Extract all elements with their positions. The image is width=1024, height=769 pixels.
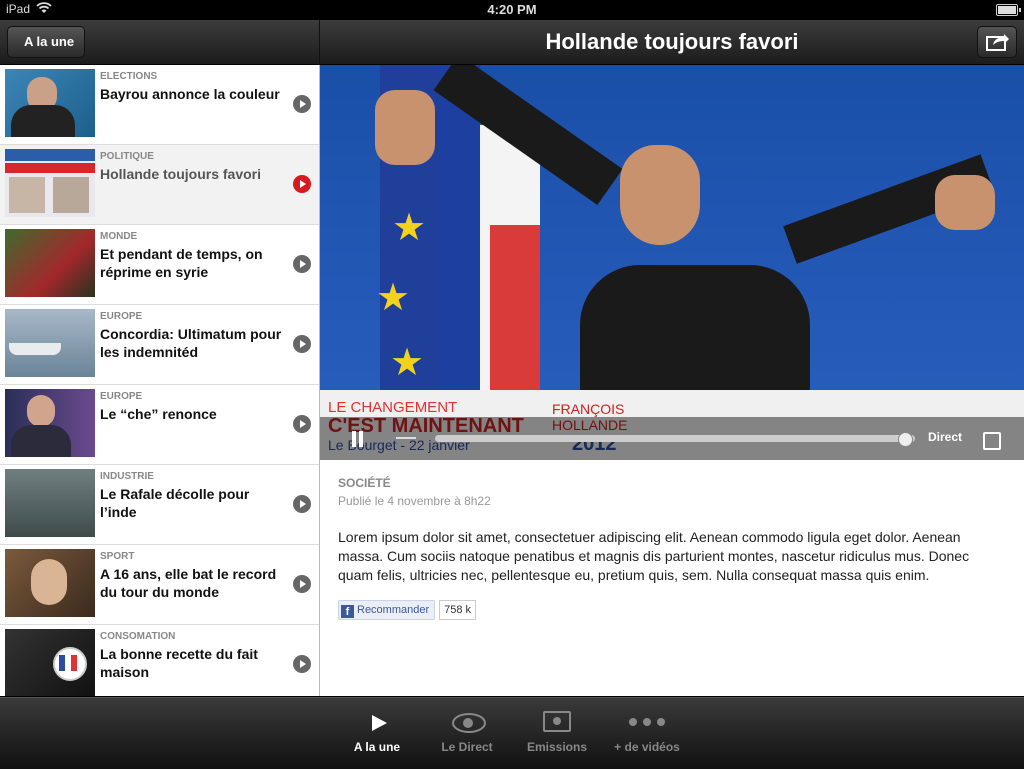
speaker-head (620, 145, 700, 245)
tab-label: Emissions (526, 740, 588, 754)
status-bar: iPad 4:20 PM (0, 0, 1024, 20)
article-category: Société (338, 476, 391, 490)
french-flag-red (490, 225, 540, 395)
pause-icon[interactable] (350, 431, 364, 447)
article-title: Hollande toujours favori (100, 166, 262, 182)
list-item[interactable]: EUROPE Concordia: Ultimatum pour les ind… (0, 305, 319, 385)
article-category: CONSOMATION (100, 631, 176, 642)
play-icon[interactable] (293, 495, 311, 513)
star-icon: ★ (392, 207, 427, 249)
recommend-label: Recommander (357, 604, 430, 616)
recommend-button[interactable]: f Recommander (338, 600, 436, 620)
thumbnail-concordia (5, 309, 95, 377)
list-item[interactable]: EUROPE Le “che” renonce (0, 385, 319, 465)
list-item[interactable]: MONDE Et pendant de temps, on réprime en… (0, 225, 319, 305)
article-title: Et pendant de temps, on réprime en syrie (100, 246, 263, 280)
article-title: La bonne recette du fait maison (100, 646, 258, 680)
thumbnail-sondage (5, 149, 95, 217)
back-button[interactable]: A la une (7, 26, 86, 58)
play-icon[interactable] (293, 335, 311, 353)
thumbnail-syrie (5, 229, 95, 297)
video-player[interactable]: ★ ★ ★ LE CHANGEMENT C'EST MAINTENANT Le … (320, 65, 1024, 460)
share-button[interactable] (977, 26, 1017, 58)
list-item[interactable]: CONSOMATION La bonne recette du fait mai… (0, 625, 319, 696)
thumbnail-bayrou (5, 69, 95, 137)
speaker-hand-right (935, 175, 995, 230)
list-item[interactable]: ELECTIONS Bayrou annonce la couleur (0, 65, 319, 145)
podium-firstname: FRANÇOIS (552, 401, 625, 417)
share-icon (986, 34, 1009, 51)
progress-knob[interactable] (898, 432, 913, 447)
speaker-hand-left (375, 90, 435, 165)
thumbnail-consommation (5, 629, 95, 696)
list-item[interactable]: SPORT A 16 ans, elle bat le record du to… (0, 545, 319, 625)
play-icon[interactable] (293, 95, 311, 113)
star-icon: ★ (390, 342, 425, 384)
scrub-icon (396, 437, 416, 439)
more-icon (629, 718, 665, 726)
podium-slogan-1: LE CHANGEMENT (328, 399, 458, 416)
list-item[interactable]: POLITIQUE Hollande toujours favori (0, 145, 319, 225)
direct-label: Direct (928, 430, 963, 444)
navigation-bar: A la une Hollande toujours favori (0, 20, 1024, 65)
tab-le-direct[interactable]: Le Direct (422, 698, 512, 769)
tab-emissions[interactable]: Emissions (512, 698, 602, 769)
play-icon[interactable] (293, 415, 311, 433)
clock: 4:20 PM (487, 2, 537, 17)
page-title: Hollande toujours favori (545, 29, 799, 54)
article-body: Lorem ipsum dolor sit amet, consectetuer… (338, 529, 970, 583)
thumbnail-sport (5, 549, 95, 617)
tab-bar: A la une Le Direct Emissions + de vidéos (0, 697, 1024, 769)
tab-label: A la une (353, 740, 401, 754)
tab-plus-de-videos[interactable]: + de vidéos (602, 698, 692, 769)
article-category: INDUSTRIE (100, 471, 154, 482)
play-icon[interactable] (293, 255, 311, 273)
video-controls: Direct (320, 417, 1024, 460)
facebook-like: f Recommander 758 k (338, 600, 477, 620)
article-title: Le “che” renonce (100, 406, 217, 422)
article-category: EUROPE (100, 391, 143, 402)
article-detail: Société Publié le 4 novembre à 8h22 Lore… (320, 460, 1024, 696)
article-category: POLITIQUE (100, 151, 154, 162)
article-date: Publié le 4 novembre à 8h22 (338, 494, 491, 508)
article-list: ELECTIONS Bayrou annonce la couleur POLI… (0, 65, 320, 696)
article-title: Bayrou annonce la couleur (100, 86, 280, 102)
tab-label: + de vidéos (614, 740, 680, 754)
progress-bar[interactable] (435, 432, 915, 447)
article-title: Le Rafale décolle pour l’inde (100, 486, 250, 520)
thumbnail-che (5, 389, 95, 457)
article-category: ELECTIONS (100, 71, 158, 82)
list-item[interactable]: INDUSTRIE Le Rafale décolle pour l’inde (0, 465, 319, 545)
tv-icon (543, 711, 571, 732)
battery-icon (996, 4, 1021, 16)
play-icon (372, 715, 387, 731)
article-title: A 16 ans, elle bat le record du tour du … (100, 566, 277, 600)
recommend-count: 758 k (439, 600, 477, 620)
tab-label: Le Direct (441, 740, 493, 754)
eye-icon (452, 713, 486, 733)
play-icon[interactable] (293, 575, 311, 593)
article-title: Concordia: Ultimatum pour les indemnitéd (100, 326, 282, 360)
back-button-label: A la une (24, 34, 75, 49)
play-icon[interactable] (293, 655, 311, 673)
facebook-icon: f (341, 605, 354, 618)
fullscreen-icon[interactable] (983, 432, 1001, 450)
article-category: SPORT (100, 551, 135, 562)
article-category: MONDE (100, 231, 138, 242)
play-icon[interactable] (293, 175, 311, 193)
article-category: EUROPE (100, 311, 143, 322)
sidebar-header: A la une (0, 20, 320, 64)
star-icon: ★ (376, 277, 411, 319)
tab-a-la-une[interactable]: A la une (332, 698, 422, 769)
thumbnail-rafale (5, 469, 95, 537)
